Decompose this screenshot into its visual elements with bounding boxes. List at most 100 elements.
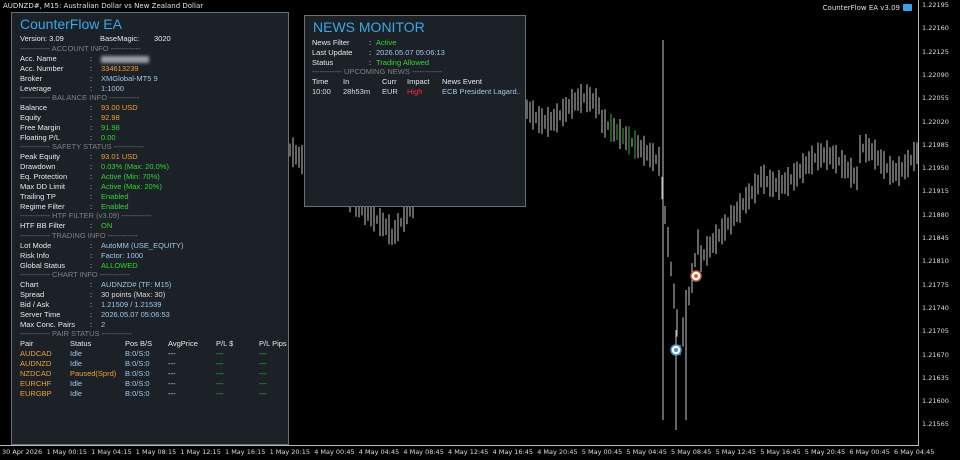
- pair-cell: B:0/S:0: [125, 369, 150, 378]
- price-tick-label: 1.22195: [922, 1, 949, 9]
- pair-cell: ---: [259, 389, 267, 398]
- time-tick-label: 6 May 00:45: [849, 448, 890, 456]
- acc-name-label: Acc. Name: [20, 54, 57, 63]
- risk-value: Factor: 1000: [101, 251, 144, 260]
- acc-name-redacted: [101, 55, 149, 63]
- pair-cell: ---: [259, 379, 267, 388]
- pair-header: P/L Pips: [259, 339, 287, 348]
- pair-cell: Idle: [70, 349, 83, 358]
- time-tick-label: 4 May 00:45: [314, 448, 355, 456]
- price-tick-label: 1.21740: [922, 303, 949, 312]
- servertime-value: 2026.05.07 05:06:53: [101, 310, 170, 319]
- pair-header: P/L $: [216, 339, 234, 348]
- news-header-curr: Curr: [382, 77, 397, 86]
- price-tick-label: 1.21845: [922, 234, 949, 242]
- pair-header: Pos B/S: [125, 339, 153, 348]
- ea-info-panel: CounterFlow EA Version: 3.09 BaseMagic: …: [11, 12, 289, 445]
- pair-cell[interactable]: AUDNZD: [20, 359, 51, 368]
- chart-value: AUDNZD# (TF: M15): [101, 280, 172, 289]
- news-header-time: Time: [312, 77, 329, 86]
- price-tick-label: 1.21775: [922, 280, 949, 289]
- news-row-curr: EUR: [382, 87, 398, 96]
- pair-cell: ---: [216, 359, 224, 368]
- free-margin-value: 91.98: [101, 123, 120, 132]
- price-tick-label: 1.22055: [922, 94, 949, 103]
- news-row-event: ECB President Lagard..: [442, 87, 521, 96]
- ea-label[interactable]: CounterFlow EA v3.09: [823, 4, 912, 12]
- leverage-label: Leverage: [20, 84, 52, 93]
- peak-label: Peak Equity: [20, 152, 61, 161]
- pair-cell: ---: [259, 359, 267, 368]
- price-tick-label: 1.21670: [922, 350, 949, 359]
- time-tick-label: 1 May 04:15: [91, 448, 132, 456]
- drawdown-value: 0.03% (Max: 20.0%): [101, 162, 169, 171]
- price-tick-label: 1.21565: [922, 420, 949, 429]
- price-tick-label: 1.21915: [922, 187, 949, 196]
- price-tick-label: 1.21635: [922, 373, 949, 382]
- time-tick-label: 1 May 00:15: [46, 448, 88, 456]
- time-tick-label: 1 May 08:15: [135, 448, 177, 456]
- spread-label: Spread: [20, 290, 45, 299]
- news-monitor-panel: NEWS MONITOR News Filter : Active Last U…: [304, 15, 526, 207]
- eqprot-label: Eq. Protection: [20, 172, 68, 181]
- pair-cell: ---: [168, 379, 176, 388]
- pair-cell: Paused(Sprd): [70, 369, 117, 378]
- acc-number-value: 334613239: [101, 64, 139, 73]
- time-tick-label: 4 May 12:45: [448, 448, 489, 456]
- time-tick-label: 5 May 08:45: [671, 448, 712, 456]
- time-tick-label: 1 May 12:15: [180, 448, 221, 456]
- htfbb-label: HTF BB Filter: [20, 221, 66, 230]
- maxpairs-label: Max Conc. Pairs: [20, 320, 76, 329]
- pair-cell: ---: [259, 369, 267, 378]
- news-status-value: Trading Allowed: [376, 58, 430, 67]
- last-update-label: Last Update: [312, 48, 353, 57]
- price-tick-label: 1.21810: [922, 257, 949, 266]
- pair-cell: Idle: [70, 359, 83, 368]
- time-tick-label: 5 May 04:45: [626, 448, 667, 456]
- equity-value: 92.98: [101, 113, 120, 122]
- news-header-impact: Impact: [407, 77, 430, 86]
- section-account: ------------ ACCOUNT INFO ------------: [20, 44, 141, 53]
- pair-cell: B:0/S:0: [125, 389, 150, 398]
- spread-value: 30 points (Max: 30): [101, 290, 166, 299]
- pair-cell: ---: [259, 349, 267, 358]
- version-label: Version: 3.09: [20, 34, 64, 43]
- time-tick-label: 4 May 04:45: [358, 448, 400, 456]
- price-tick-label: 1.22020: [922, 117, 949, 126]
- section-htf: ------------ HTF FILTER (v3.09) --------…: [20, 211, 152, 220]
- drawdown-label: Drawdown: [20, 162, 56, 171]
- trailing-value: Enabled: [101, 192, 129, 201]
- pair-cell[interactable]: NZDCAD: [20, 369, 51, 378]
- sell-arrow-marker[interactable]: [690, 270, 702, 282]
- price-tick-label: 1.21600: [922, 397, 949, 406]
- balance-value: 93.00 USD: [101, 103, 138, 112]
- servertime-label: Server Time: [20, 310, 61, 319]
- lotmode-label: Lot Mode: [20, 241, 52, 250]
- global-label: Global Status: [20, 261, 66, 270]
- price-tick-label: 1.22090: [922, 70, 949, 79]
- news-header-in: In: [343, 77, 350, 86]
- pair-cell[interactable]: EURCHF: [20, 379, 51, 388]
- acc-number-label: Acc. Number: [20, 64, 64, 73]
- price-tick-label: 1.21705: [922, 327, 949, 336]
- time-tick-label: 5 May 00:45: [581, 448, 623, 456]
- pair-cell[interactable]: AUDCAD: [20, 349, 52, 358]
- pair-cell: Idle: [70, 379, 83, 388]
- news-header-event: News Event: [442, 77, 483, 86]
- trailing-label: Trailing TP: [20, 192, 56, 201]
- section-chart: ------------ CHART INFO ------------: [20, 270, 130, 279]
- buy-arrow-marker[interactable]: [670, 344, 682, 356]
- pair-cell[interactable]: EURGBP: [20, 389, 52, 398]
- symbol-title: AUDNZD#, M15: Australian Dollar vs New Z…: [3, 2, 204, 10]
- lotmode-value: AutoMM (USE_EQUITY): [101, 241, 184, 250]
- section-upcoming: ------------ UPCOMING NEWS ------------: [312, 67, 442, 76]
- news-row-time: 10:00: [312, 87, 331, 96]
- chart-label: Chart: [20, 280, 39, 289]
- pair-cell: ---: [216, 369, 224, 378]
- price-tick-label: 1.21880: [922, 210, 949, 219]
- maxdd-value: Active (Max: 20%): [101, 182, 162, 191]
- basemagic-value: 3020: [154, 34, 171, 43]
- bidask-value: 1.21509 / 1.21539: [101, 300, 162, 309]
- section-trading: ------------ TRADING INFO ------------: [20, 231, 138, 240]
- pair-cell: ---: [168, 359, 176, 368]
